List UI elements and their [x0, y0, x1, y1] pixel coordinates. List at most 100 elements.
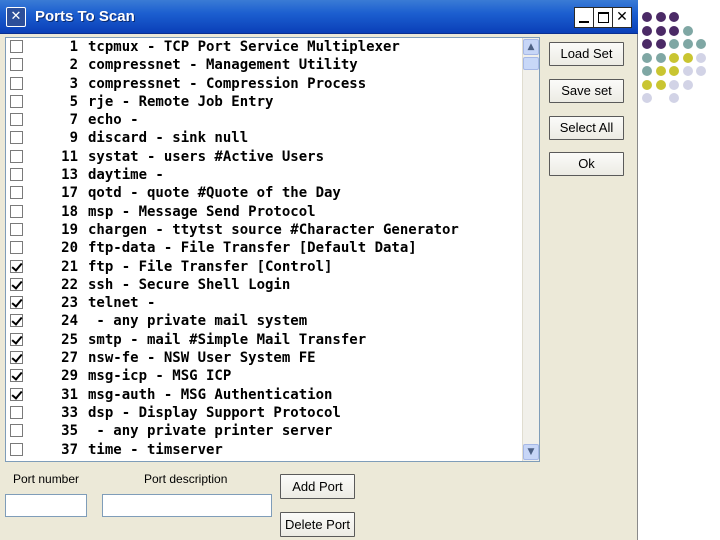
port-checkbox[interactable] — [10, 76, 23, 90]
port-row[interactable]: 24 - any private mail system — [6, 312, 523, 330]
port-checkbox[interactable] — [10, 369, 23, 383]
port-checkbox[interactable] — [10, 204, 23, 218]
port-checkbox[interactable] — [10, 314, 23, 328]
port-number: 37 — [61, 441, 78, 458]
decor-dot — [682, 66, 693, 76]
port-row[interactable]: 21 ftp - File Transfer [Control] — [6, 258, 523, 276]
port-description: tcpmux - TCP Port Service Multiplexer — [88, 39, 400, 55]
port-checkbox[interactable] — [10, 168, 23, 182]
port-description: ftp - File Transfer [Control] — [88, 258, 333, 275]
port-row[interactable]: 27 nsw-fe - NSW User System FE — [6, 349, 523, 367]
port-row[interactable]: 35 - any private printer server — [6, 422, 523, 440]
port-description: - any private printer server — [88, 423, 333, 440]
port-description: dsp - Display Support Protocol — [88, 404, 341, 421]
port-checkbox[interactable] — [10, 424, 23, 438]
port-checkbox[interactable] — [10, 259, 23, 273]
port-number: 13 — [61, 167, 78, 184]
port-description: systat - users #Active Users — [88, 148, 325, 165]
port-row[interactable]: 22 ssh - Secure Shell Login — [6, 276, 523, 294]
port-checkbox[interactable] — [10, 58, 23, 72]
port-checkbox[interactable] — [10, 40, 23, 53]
port-number: 20 — [61, 240, 78, 257]
port-description: nsw-fe - NSW User System FE — [88, 350, 316, 367]
port-checkbox[interactable] — [10, 241, 23, 255]
vertical-scrollbar[interactable]: ▲ ▼ — [522, 38, 539, 461]
port-row[interactable]: 19 chargen - ttytst source #Character Gen… — [6, 221, 523, 239]
port-description: compressnet - Management Utility — [88, 57, 358, 74]
port-checkbox[interactable] — [10, 113, 23, 127]
port-checkbox[interactable] — [10, 332, 23, 346]
scroll-thumb[interactable] — [523, 57, 539, 70]
decor-dot — [669, 25, 679, 36]
decor-dot — [696, 66, 706, 76]
port-checkbox[interactable] — [10, 296, 23, 310]
close-button[interactable]: ✕ — [612, 7, 632, 28]
port-description-label: Port description — [144, 472, 228, 486]
port-number: 5 — [69, 93, 78, 110]
port-description: echo - — [88, 112, 139, 129]
port-row[interactable]: 33 dsp - Display Support Protocol — [6, 404, 523, 422]
port-row[interactable]: 31 msg-auth - MSG Authentication — [6, 386, 523, 404]
port-description: msg-auth - MSG Authentication — [88, 386, 333, 403]
ok-button[interactable]: Ok — [549, 152, 624, 176]
maximize-button[interactable] — [593, 7, 613, 28]
ports-window: ✕ Ports To Scan ✕ 1 tcpmux - TCP Port Ser… — [0, 0, 638, 540]
port-row[interactable]: 5 rje - Remote Job Entry — [6, 93, 523, 111]
port-number-input[interactable] — [5, 494, 87, 517]
port-number: 33 — [61, 404, 78, 421]
port-row[interactable]: 20 ftp-data - File Transfer [Default Data… — [6, 239, 523, 257]
port-checkbox[interactable] — [10, 94, 23, 108]
minimize-button[interactable] — [574, 7, 594, 28]
port-checkbox[interactable] — [10, 277, 23, 291]
decor-dot — [642, 93, 652, 103]
window-title: Ports To Scan — [35, 8, 135, 25]
port-checkbox[interactable] — [10, 131, 23, 145]
port-checkbox[interactable] — [10, 405, 23, 419]
load-set-button[interactable]: Load Set — [549, 42, 624, 66]
port-row[interactable]: 1 tcpmux - TCP Port Service Multiplexer — [6, 38, 523, 56]
port-row[interactable]: 29 msg-icp - MSG ICP — [6, 367, 523, 385]
port-checkbox[interactable] — [10, 222, 23, 236]
port-description: discard - sink null — [88, 130, 249, 147]
port-number: 3 — [69, 75, 78, 92]
port-row[interactable]: 11 systat - users #Active Users — [6, 148, 523, 166]
port-row[interactable]: 23 telnet - — [6, 294, 523, 312]
port-checkbox[interactable] — [10, 351, 23, 365]
port-row[interactable]: 17 qotd - quote #Quote of the Day — [6, 184, 523, 202]
port-row[interactable]: 7 echo - — [6, 111, 523, 129]
port-row[interactable]: 13 daytime - — [6, 166, 523, 184]
port-row[interactable]: 25 smtp - mail #Simple Mail Transfer — [6, 331, 523, 349]
port-row[interactable]: 18 msp - Message Send Protocol — [6, 203, 523, 221]
port-description: - any private mail system — [88, 313, 308, 330]
port-checkbox[interactable] — [10, 442, 23, 456]
port-row[interactable]: 3 compressnet - Compression Process — [6, 75, 523, 93]
save-set-button[interactable]: Save set — [549, 79, 624, 103]
port-checkbox[interactable] — [10, 186, 23, 200]
scroll-down-icon[interactable]: ▼ — [523, 444, 539, 460]
decor-dot — [669, 93, 679, 103]
ports-list[interactable]: 1 tcpmux - TCP Port Service Multiplexer 2 c… — [5, 37, 540, 462]
decorative-dots — [640, 10, 720, 120]
port-number: 31 — [61, 386, 78, 403]
port-row[interactable]: 37 time - timserver — [6, 441, 523, 459]
port-row[interactable]: 2 compressnet - Management Utility — [6, 56, 523, 74]
port-description: rje - Remote Job Entry — [88, 93, 274, 110]
select-all-button[interactable]: Select All — [549, 116, 624, 140]
decor-dot — [655, 39, 666, 49]
minimize-icon — [579, 21, 589, 23]
title-bar[interactable]: ✕ Ports To Scan ✕ — [0, 0, 638, 34]
port-description-input[interactable] — [102, 494, 272, 517]
port-checkbox[interactable] — [10, 387, 23, 401]
scroll-up-icon[interactable]: ▲ — [523, 39, 539, 55]
port-row[interactable]: 9 discard - sink null — [6, 129, 523, 147]
port-number: 22 — [61, 276, 78, 293]
port-description: daytime - — [88, 167, 164, 184]
delete-port-button[interactable]: Delete Port — [280, 512, 355, 537]
decor-dot — [696, 39, 706, 49]
add-port-button[interactable]: Add Port — [280, 474, 355, 499]
decor-dot — [669, 66, 679, 76]
port-number: 1 — [69, 39, 78, 55]
decor-dot — [642, 79, 652, 90]
port-number: 35 — [61, 423, 78, 440]
port-checkbox[interactable] — [10, 149, 23, 163]
